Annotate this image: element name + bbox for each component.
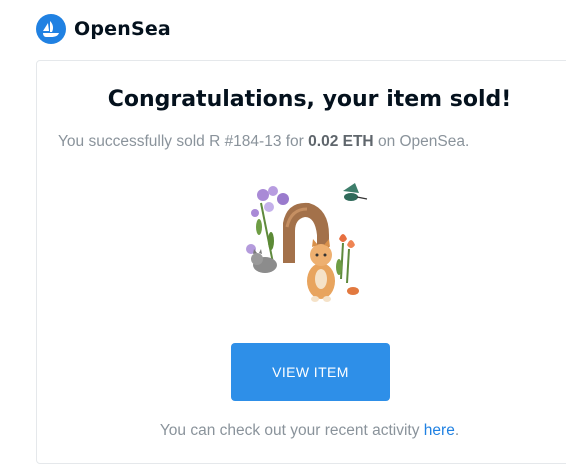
activity-link[interactable]: here	[424, 422, 455, 439]
flower-icon	[246, 186, 289, 264]
sale-summary: You successfully sold R #184-13 for 0.02…	[58, 133, 469, 151]
opensea-logo-icon[interactable]	[36, 14, 66, 44]
footer-text-end: .	[454, 422, 460, 439]
orange-cat	[307, 239, 335, 302]
footer-text-body: You can check out your recent activity	[159, 422, 424, 439]
notification-card: Congratulations, your item sold! You suc…	[36, 60, 566, 464]
bird-icon	[343, 183, 368, 201]
tulip-icon	[336, 234, 359, 295]
grey-cat	[251, 249, 277, 273]
sale-summary-suffix: on OpenSea.	[373, 133, 470, 150]
email-header: OpenSea	[36, 14, 171, 44]
brand-name[interactable]: OpenSea	[74, 18, 171, 40]
sale-amount: 0.02 ETH	[308, 133, 374, 150]
view-item-button[interactable]: VIEW ITEM	[231, 343, 390, 401]
item-image[interactable]	[243, 183, 369, 311]
sale-summary-prefix: You successfully sold R #184-13 for	[58, 133, 309, 150]
footer-text: You can check out your recent activity h…	[37, 422, 566, 440]
page-title: Congratulations, your item sold!	[107, 87, 512, 112]
